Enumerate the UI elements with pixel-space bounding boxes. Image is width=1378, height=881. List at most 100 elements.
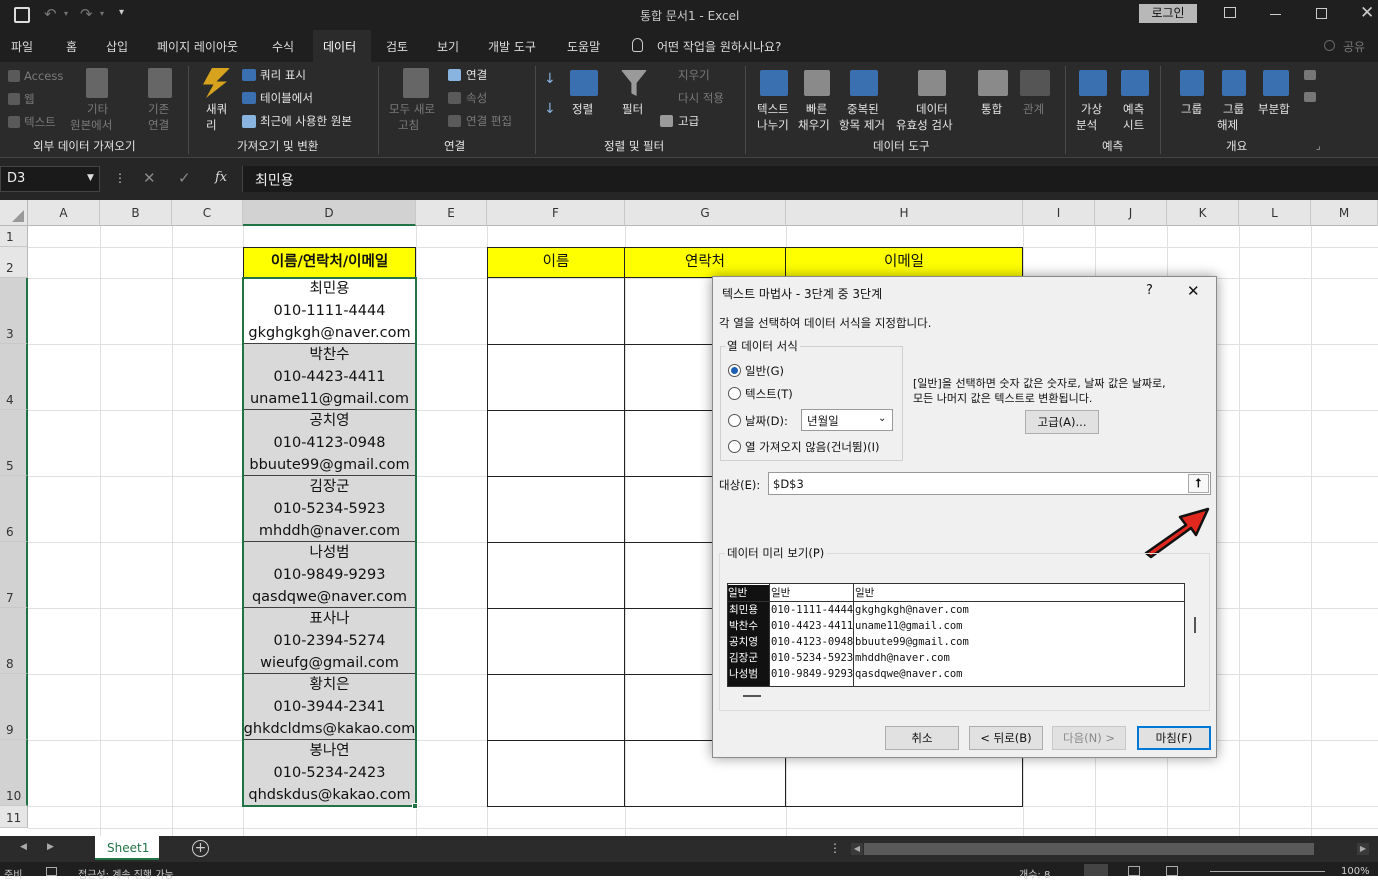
row-header-9[interactable]: 9 bbox=[0, 674, 28, 740]
column-header-a[interactable]: A bbox=[28, 200, 100, 226]
preview-header-3[interactable]: 일반 bbox=[855, 585, 874, 601]
undo-dropdown-icon[interactable]: ▾ bbox=[64, 9, 68, 18]
row-header-2[interactable]: 2 bbox=[0, 247, 28, 278]
scroll-tabs-left-icon[interactable]: ◀ bbox=[20, 842, 27, 852]
zoom-slider[interactable] bbox=[1210, 871, 1325, 872]
ribbon-subtotal[interactable]: 부분합 bbox=[1258, 102, 1290, 117]
ribbon-show-query[interactable]: 쿼리 표시 bbox=[260, 68, 306, 83]
sheet-tab-sheet1[interactable]: Sheet1 bbox=[95, 836, 159, 860]
row-header-8[interactable]: 8 bbox=[0, 608, 28, 674]
ribbon-reapply[interactable]: 다시 적용 bbox=[678, 91, 724, 106]
ribbon-connections[interactable]: 연결 bbox=[466, 68, 487, 83]
ribbon-refresh1[interactable]: 모두 새로 bbox=[389, 102, 435, 117]
preview-header-2[interactable]: 일반 bbox=[771, 585, 790, 601]
date-format-select[interactable]: 년월일 ⌄ bbox=[801, 409, 893, 431]
page-layout-view-icon[interactable] bbox=[1128, 866, 1140, 876]
radio-date[interactable] bbox=[728, 414, 741, 427]
ribbon-filter[interactable]: 필터 bbox=[622, 102, 643, 117]
finish-button[interactable]: 마침(F) bbox=[1137, 726, 1211, 750]
tab-developer[interactable]: 개발 도구 bbox=[488, 38, 536, 55]
column-header-e[interactable]: E bbox=[416, 200, 487, 226]
tab-data[interactable]: 데이터 bbox=[323, 38, 356, 55]
ribbon-new-query1[interactable]: 새쿼 bbox=[206, 102, 227, 117]
hscroll-right-icon[interactable]: ▶ bbox=[1357, 843, 1369, 855]
column-header-c[interactable]: C bbox=[172, 200, 243, 226]
ribbon-remove-dup2[interactable]: 항목 제거 bbox=[839, 118, 885, 133]
cell-d2-header[interactable]: 이름/연락처/이메일 bbox=[243, 247, 416, 278]
close-icon[interactable]: ✕ bbox=[1360, 3, 1374, 23]
customize-qat-icon[interactable]: ▾ bbox=[119, 7, 124, 18]
row-header-4[interactable]: 4 bbox=[0, 344, 28, 410]
cancel-button[interactable]: 취소 bbox=[885, 726, 959, 750]
preview-vertical-scrollbar[interactable] bbox=[1194, 617, 1196, 633]
more-icon[interactable]: ⋮ bbox=[114, 171, 126, 185]
cell-h2-header[interactable]: 이메일 bbox=[785, 247, 1023, 278]
ribbon-ungroup2[interactable]: 해제 bbox=[1217, 118, 1238, 133]
destination-input[interactable]: $D$3 bbox=[768, 472, 1211, 495]
confirm-entry-icon[interactable]: ✓ bbox=[178, 169, 191, 187]
sort-az-icon[interactable]: ↓ bbox=[544, 72, 556, 87]
ribbon-what-if2[interactable]: 분석 bbox=[1076, 118, 1097, 133]
ribbon-validation2[interactable]: 유효성 검사 bbox=[896, 118, 953, 133]
undo-icon[interactable]: ↶ bbox=[44, 5, 57, 23]
name-box[interactable]: D3 ▼ bbox=[0, 166, 100, 192]
back-button[interactable]: < 뒤로(B) bbox=[969, 726, 1043, 750]
share-user-icon[interactable] bbox=[1324, 40, 1335, 51]
ribbon-consolidate[interactable]: 통합 bbox=[981, 102, 1002, 117]
column-header-g[interactable]: G bbox=[625, 200, 786, 226]
ribbon-relationships[interactable]: 관계 bbox=[1023, 102, 1044, 117]
horizontal-scrollbar[interactable] bbox=[864, 843, 1314, 855]
redo-dropdown-icon[interactable]: ▾ bbox=[100, 9, 104, 18]
radio-text-label[interactable]: 텍스트(T) bbox=[745, 386, 793, 402]
status-zoom[interactable]: 100% bbox=[1341, 866, 1370, 877]
normal-view-icon[interactable] bbox=[1084, 864, 1108, 876]
ribbon-text-to-columns1[interactable]: 텍스트 bbox=[757, 102, 789, 117]
collapse-dialog-icon[interactable]: ⭡ bbox=[1188, 474, 1209, 493]
column-header-i[interactable]: I bbox=[1023, 200, 1095, 226]
ribbon-properties[interactable]: 속성 bbox=[466, 91, 487, 106]
tab-help[interactable]: 도움말 bbox=[567, 38, 600, 55]
share-button[interactable]: 공유 bbox=[1343, 38, 1365, 55]
dialog-close-icon[interactable]: ✕ bbox=[1187, 282, 1200, 300]
ribbon-text-to-columns2[interactable]: 나누기 bbox=[757, 118, 789, 133]
row-header-6[interactable]: 6 bbox=[0, 476, 28, 542]
tab-review[interactable]: 검토 bbox=[386, 38, 408, 55]
data-preview-grid[interactable]: 일반 일반 일반 최민용 010-1111-4444 gkghgkgh@nave… bbox=[727, 583, 1185, 687]
new-sheet-icon[interactable]: + bbox=[192, 840, 209, 857]
column-header-b[interactable]: B bbox=[100, 200, 172, 226]
login-button[interactable]: 로그인 bbox=[1139, 4, 1197, 23]
ribbon-forecast2[interactable]: 시트 bbox=[1123, 118, 1144, 133]
save-icon[interactable] bbox=[14, 7, 30, 23]
ribbon-from-table[interactable]: 테이블에서 bbox=[260, 91, 313, 106]
radio-general[interactable] bbox=[728, 364, 741, 377]
sort-za-icon[interactable]: ↓ bbox=[544, 102, 556, 117]
ribbon-web[interactable]: 웹 bbox=[24, 92, 35, 107]
ribbon-remove-dup1[interactable]: 중복된 bbox=[847, 102, 879, 117]
ribbon-recent[interactable]: 최근에 사용한 원본 bbox=[260, 114, 352, 129]
preview-horizontal-scrollbar[interactable] bbox=[743, 695, 761, 697]
tell-me-box[interactable]: 어떤 작업을 원하시나요? bbox=[657, 38, 781, 55]
scroll-tabs-right-icon[interactable]: ▶ bbox=[47, 842, 54, 852]
cell-f2-header[interactable]: 이름 bbox=[487, 247, 625, 278]
cancel-entry-icon[interactable]: ✕ bbox=[143, 169, 156, 187]
hscroll-left-icon[interactable]: ◀ bbox=[851, 843, 863, 855]
ribbon-text[interactable]: 텍스트 bbox=[24, 115, 56, 130]
tab-home[interactable]: 홈 bbox=[66, 38, 77, 55]
help-button[interactable]: ? bbox=[1146, 283, 1153, 298]
column-header-f[interactable]: F bbox=[487, 200, 625, 226]
ribbon-other2[interactable]: 원본에서 bbox=[70, 118, 112, 133]
ribbon-clear[interactable]: 지우기 bbox=[678, 68, 710, 83]
ribbon-display-icon[interactable] bbox=[1224, 7, 1236, 18]
row-header-1[interactable]: 1 bbox=[0, 226, 28, 247]
tab-insert[interactable]: 삽입 bbox=[106, 38, 128, 55]
advanced-button[interactable]: 고급(A)... bbox=[1025, 410, 1099, 434]
show-detail-icon[interactable] bbox=[1304, 70, 1316, 80]
tab-splitter-icon[interactable]: ⋮ bbox=[829, 841, 841, 855]
dialog-launcher-icon[interactable]: ⌟ bbox=[1316, 139, 1321, 154]
maximize-icon[interactable] bbox=[1316, 8, 1327, 19]
minimize-icon[interactable] bbox=[1270, 14, 1281, 15]
row-header-11[interactable]: 11 bbox=[0, 806, 28, 828]
row-header-10[interactable]: 10 bbox=[0, 740, 28, 806]
column-header-h[interactable]: H bbox=[786, 200, 1023, 226]
ribbon-ungroup1[interactable]: 그룹 bbox=[1223, 102, 1244, 117]
